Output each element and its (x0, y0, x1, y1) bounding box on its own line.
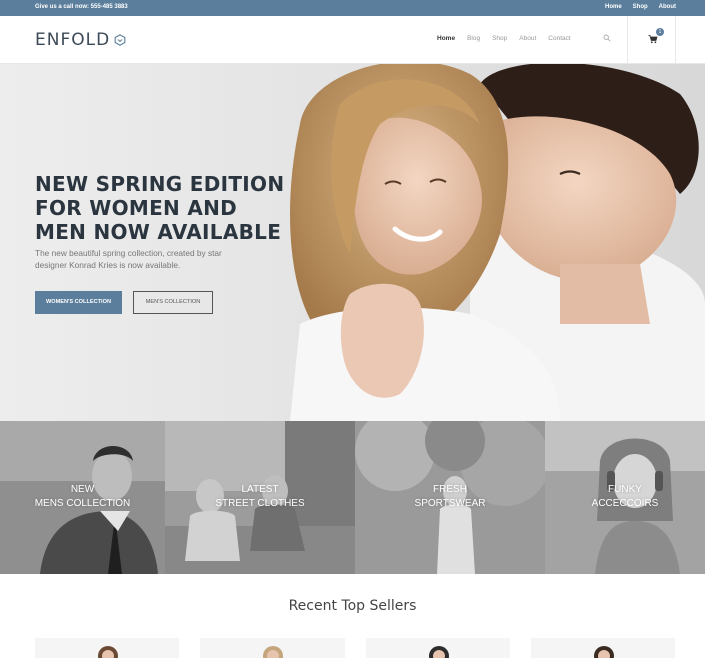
contact-phone-text: Give us a call now: 555-485 3883 (35, 4, 128, 10)
category-line1: FUNKY (608, 484, 642, 495)
product-image-face (597, 650, 610, 658)
logo-text[interactable]: ENFOLD (35, 30, 110, 50)
cart-count-badge: 1 (656, 28, 664, 36)
mens-collection-button[interactable]: MEN'S COLLECTION (133, 291, 213, 314)
category-label-street: LATEST STREET CLOTHES (165, 483, 355, 511)
womens-collection-button[interactable]: WOMEN'S COLLECTION (35, 291, 122, 314)
category-tile-accessories[interactable]: FUNKY ACCECCOIRS (545, 421, 705, 574)
category-line1: NEW (70, 484, 95, 495)
nav-home[interactable]: Home (437, 35, 455, 42)
product-card[interactable] (365, 638, 510, 658)
top-links: Home Shop About (605, 4, 676, 10)
hero-title: NEW SPRING EDITION FOR WOMEN AND MEN NOW… (35, 172, 285, 244)
category-line2: ACCECCOIRS (591, 498, 659, 509)
category-tiles: NEW MENS COLLECTION LATEST STREET CLOTHE… (0, 421, 705, 574)
nav-shop[interactable]: Shop (492, 35, 507, 42)
top-link-shop[interactable]: Shop (633, 4, 648, 10)
product-image-face (102, 650, 114, 658)
product-grid (35, 638, 675, 658)
category-line2: STREET CLOTHES (215, 498, 305, 509)
product-card[interactable] (200, 638, 345, 658)
logo-hexagon-icon (114, 34, 126, 46)
product-image-face (267, 650, 280, 658)
top-link-home[interactable]: Home (605, 4, 622, 10)
category-label-accessories: FUNKY ACCECCOIRS (545, 483, 705, 511)
category-line2: MENS COLLECTION (34, 498, 131, 509)
search-icon[interactable] (603, 34, 611, 42)
product-image-face (432, 650, 445, 658)
category-label-mens: NEW MENS COLLECTION (0, 483, 165, 511)
nav-blog[interactable]: Blog (467, 35, 480, 42)
top-bar: Give us a call now: 555-485 3883 Home Sh… (0, 0, 705, 16)
hero-banner: NEW SPRING EDITION FOR WOMEN AND MEN NOW… (0, 64, 705, 421)
cart-icon (648, 35, 658, 44)
site-logo[interactable]: ENFOLD (35, 30, 126, 50)
category-tile-street[interactable]: LATEST STREET CLOTHES (165, 421, 355, 574)
category-tile-mens[interactable]: NEW MENS COLLECTION (0, 421, 165, 574)
product-card[interactable] (530, 638, 675, 658)
recent-top-sellers-heading: Recent Top Sellers (288, 598, 417, 614)
main-nav: Home Blog Shop About Contact (437, 35, 571, 42)
category-line1: LATEST (241, 484, 279, 495)
product-card[interactable] (35, 638, 180, 658)
category-tile-sportswear[interactable]: FRESH SPORTSWEAR (355, 421, 545, 574)
category-line1: FRESH (433, 484, 467, 495)
nav-about[interactable]: About (519, 35, 536, 42)
category-label-sportswear: FRESH SPORTSWEAR (355, 483, 545, 511)
nav-contact[interactable]: Contact (548, 35, 570, 42)
cart-button[interactable]: 1 (627, 16, 676, 64)
site-header: ENFOLD Home Blog Shop About Contact 1 (0, 16, 705, 64)
top-link-about[interactable]: About (659, 4, 676, 10)
hero-subtitle: The new beautiful spring collection, cre… (35, 248, 222, 270)
category-line2: SPORTSWEAR (414, 498, 486, 509)
